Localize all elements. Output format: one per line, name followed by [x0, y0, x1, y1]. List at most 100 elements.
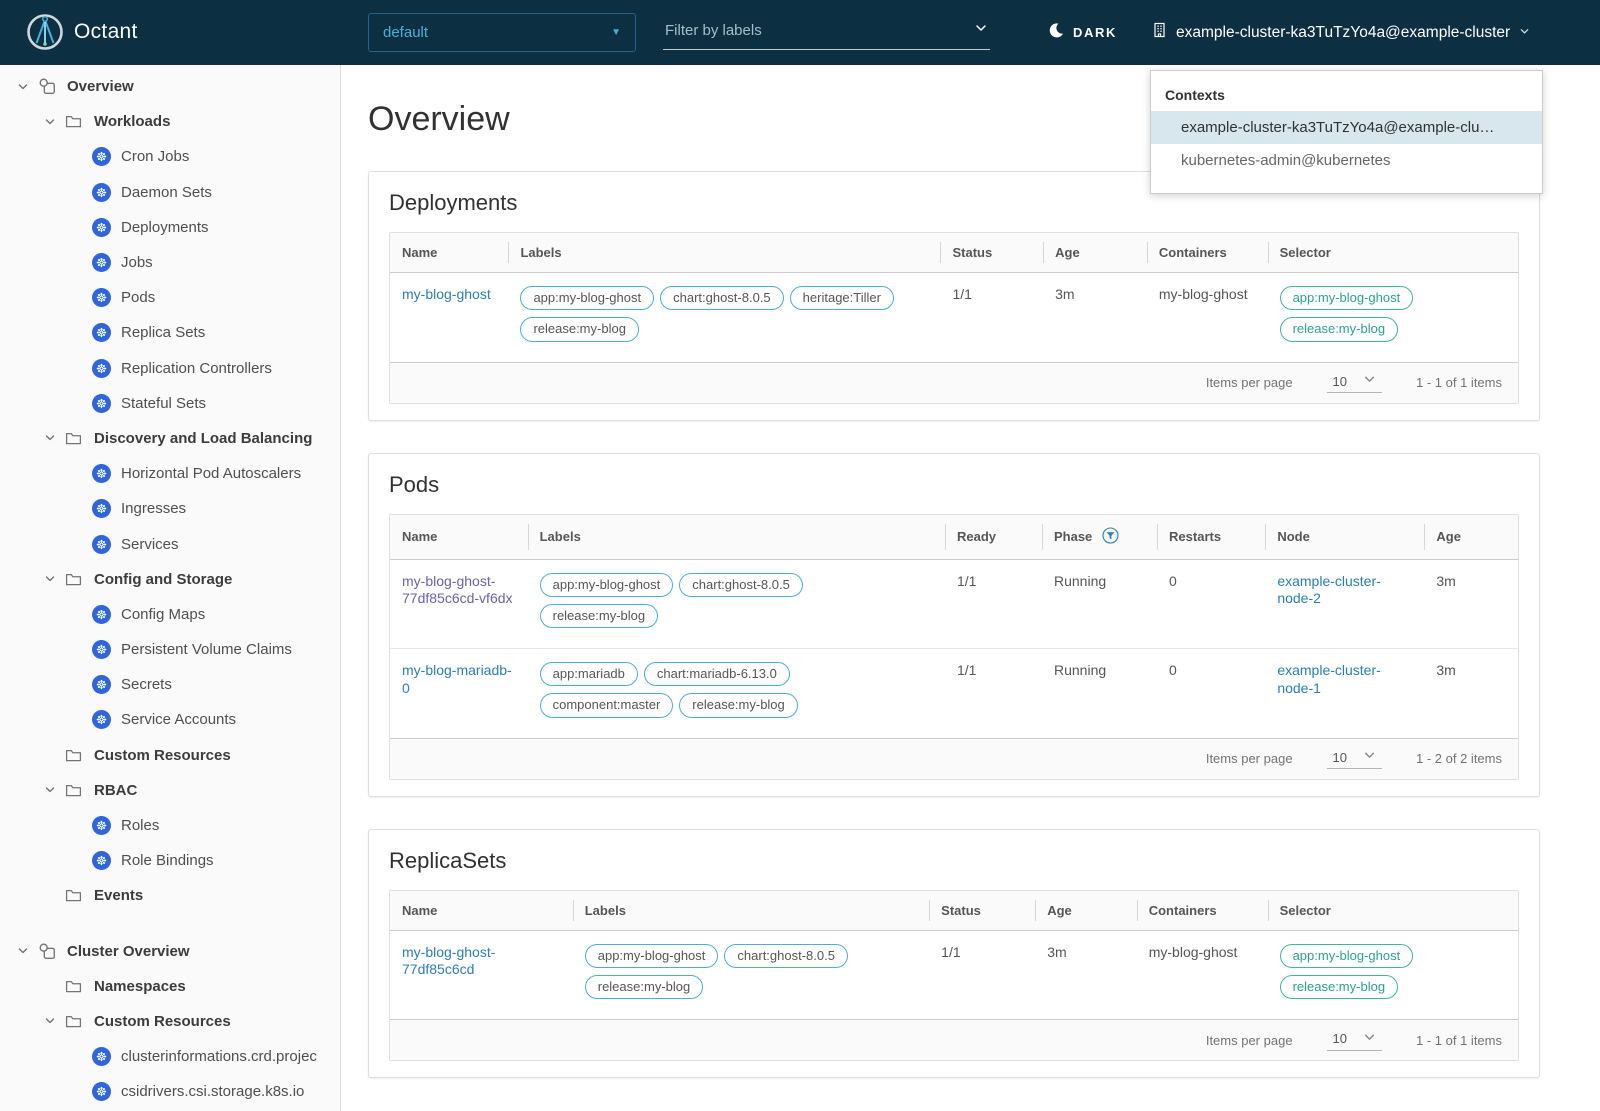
- chevron-down-icon[interactable]: [35, 573, 65, 585]
- selector-tag[interactable]: app:my-blog-ghost: [1279, 943, 1414, 968]
- building-icon: [1152, 22, 1167, 43]
- cell-text: 3m: [1436, 572, 1456, 589]
- label-tag[interactable]: component:master: [539, 693, 674, 718]
- cell: 1/1: [945, 649, 1042, 738]
- sidebar-item-overview[interactable]: Overview: [0, 69, 340, 104]
- resource-link[interactable]: example-cluster-node-1: [1277, 662, 1380, 696]
- sidebar-item-services[interactable]: ☸ Services: [0, 526, 340, 561]
- chevron-down-icon[interactable]: [35, 1015, 65, 1027]
- sidebar-item-clusterinformations-crd-projec[interactable]: ☸ clusterinformations.crd.projec: [0, 1039, 340, 1074]
- sidebar-item-horizontal-pod-autoscalers[interactable]: ☸ Horizontal Pod Autoscalers: [0, 456, 340, 491]
- sidebar-item-daemon-sets[interactable]: ☸ Daemon Sets: [0, 175, 340, 210]
- sidebar-item-discovery-and-load-balancing[interactable]: Discovery and Load Balancing: [0, 421, 340, 456]
- label-tag[interactable]: release:my-blog: [679, 693, 798, 718]
- resource-link[interactable]: my-blog-ghost-77df85c6cd: [402, 944, 495, 978]
- sidebar-item-config-and-storage[interactable]: Config and Storage: [0, 562, 340, 597]
- jobs-icon: ☸: [92, 253, 121, 273]
- folder-icon: [65, 113, 94, 130]
- label-tag[interactable]: chart:ghost-8.0.5: [660, 286, 784, 311]
- items-per-page-select[interactable]: 10: [1326, 372, 1383, 393]
- label-tag[interactable]: chart:ghost-8.0.5: [724, 943, 848, 968]
- label-tag[interactable]: app:my-blog-ghost: [520, 286, 655, 311]
- sidebar-item-custom-resources[interactable]: Custom Resources: [0, 1004, 340, 1039]
- resource-link[interactable]: my-blog-ghost: [402, 286, 491, 302]
- sidebar-item-cluster-overview[interactable]: Cluster Overview: [0, 934, 340, 969]
- chevron-down-icon[interactable]: [35, 432, 65, 444]
- label-tag[interactable]: app:my-blog-ghost: [539, 572, 674, 597]
- column-header-inner: Node: [1277, 529, 1412, 544]
- label-tag[interactable]: heritage:Tiller: [789, 286, 894, 311]
- sidebar-item-ingresses[interactable]: ☸ Ingresses: [0, 491, 340, 526]
- chevron-down-icon[interactable]: [35, 116, 65, 128]
- cell-text: 0: [1169, 662, 1177, 678]
- sidebar-item-label: Cluster Overview: [67, 942, 190, 960]
- label-tag[interactable]: release:my-blog: [520, 317, 639, 342]
- sidebar-item-custom-resources[interactable]: Custom Resources: [0, 738, 340, 773]
- label-tag[interactable]: app:mariadb: [539, 662, 638, 687]
- label-tag[interactable]: release:my-blog: [584, 974, 704, 999]
- sidebar-item-rbac[interactable]: RBAC: [0, 773, 340, 808]
- sidebar-item-replication-controllers[interactable]: ☸ Replication Controllers: [0, 351, 340, 386]
- label-tag[interactable]: chart:ghost-8.0.5: [679, 572, 803, 597]
- filter-icon[interactable]: [1102, 526, 1119, 547]
- column-header-inner: Labels: [520, 245, 928, 260]
- resource-link[interactable]: example-cluster-node-2: [1277, 573, 1380, 607]
- namespace-select[interactable]: default ▼: [368, 13, 636, 52]
- sidebar-item-replica-sets[interactable]: ☸ Replica Sets: [0, 315, 340, 350]
- sidebar-item-jobs[interactable]: ☸ Jobs: [0, 245, 340, 280]
- cell: 3m: [1043, 273, 1147, 362]
- cell: my-blog-ghost: [390, 273, 508, 362]
- horizontal-pod-autoscalers-icon: ☸: [92, 464, 121, 484]
- label-tag[interactable]: release:my-blog: [539, 603, 659, 628]
- sidebar-item-label: Ingresses: [121, 500, 187, 518]
- sidebar-item-events[interactable]: Events: [0, 878, 340, 913]
- label-tag[interactable]: chart:mariadb-6.13.0: [643, 662, 790, 687]
- sidebar-item-csidrivers-csi-storage-k8s-io[interactable]: ☸ csidrivers.csi.storage.k8s.io: [0, 1074, 340, 1109]
- table-pods: Name Labels Ready Phase Restarts Node Age my-bl…: [390, 514, 1518, 738]
- sidebar-item-service-accounts[interactable]: ☸ Service Accounts: [0, 702, 340, 737]
- sidebar-item-workloads[interactable]: Workloads: [0, 104, 340, 139]
- sidebar-item-deployments[interactable]: ☸ Deployments: [0, 210, 340, 245]
- sidebar-item-roles[interactable]: ☸ Roles: [0, 808, 340, 843]
- selector-tag[interactable]: release:my-blog: [1279, 974, 1399, 999]
- chevron-down-icon[interactable]: [8, 945, 38, 957]
- sidebar-item-role-bindings[interactable]: ☸ Role Bindings: [0, 843, 340, 878]
- label-filter-input[interactable]: [665, 22, 935, 39]
- header-row: Name Labels Status Age Containers Selector: [390, 233, 1518, 273]
- cell: example-cluster-node-1: [1265, 649, 1424, 738]
- table-replicasets: Name Labels Status Age Containers Selector my-…: [390, 890, 1518, 1020]
- sidebar-item-config-maps[interactable]: ☸ Config Maps: [0, 597, 340, 632]
- sidebar-item-secrets[interactable]: ☸ Secrets: [0, 667, 340, 702]
- context-option-current[interactable]: example-cluster-ka3TuTzYo4a@example-clu…: [1151, 111, 1542, 144]
- items-per-page-select[interactable]: 10: [1326, 1030, 1383, 1051]
- column-header-restarts: Restarts: [1157, 514, 1266, 560]
- moon-icon: [1048, 22, 1064, 43]
- chevron-down-icon[interactable]: [974, 21, 988, 40]
- resource-link[interactable]: my-blog-ghost-77df85c6cd-vf6dx: [402, 573, 513, 607]
- card-deployments: Deployments Name Labels Status Age Containers…: [368, 171, 1540, 421]
- sidebar-item-persistent-volume-claims[interactable]: ☸ Persistent Volume Claims: [0, 632, 340, 667]
- chevron-down-icon[interactable]: [35, 784, 65, 796]
- chevron-down-icon: [1363, 373, 1376, 389]
- resource-link[interactable]: my-blog-mariadb-0: [402, 662, 512, 696]
- sidebar-item-label: Custom Resources: [94, 1012, 231, 1030]
- sidebar-item-namespaces[interactable]: Namespaces: [0, 969, 340, 1004]
- app-icon: [38, 77, 67, 96]
- sidebar-item-cron-jobs[interactable]: ☸ Cron Jobs: [0, 139, 340, 174]
- sidebar-item-label: clusterinformations.crd.projec: [121, 1048, 317, 1066]
- sidebar-item-stateful-sets[interactable]: ☸ Stateful Sets: [0, 386, 340, 421]
- chevron-down-icon[interactable]: [8, 81, 38, 93]
- selector-tag[interactable]: app:my-blog-ghost: [1279, 286, 1414, 311]
- sidebar-item-pods[interactable]: ☸ Pods: [0, 280, 340, 315]
- context-option-kubernetes-admin[interactable]: kubernetes-admin@kubernetes: [1151, 144, 1542, 177]
- app-icon: [38, 942, 67, 961]
- dark-theme-toggle[interactable]: DARK: [1048, 22, 1117, 43]
- column-header-label: Restarts: [1169, 529, 1222, 544]
- context-switcher[interactable]: example-cluster-ka3TuTzYo4a@example-clus…: [1152, 22, 1530, 43]
- selector-tag[interactable]: release:my-blog: [1279, 317, 1399, 342]
- chevron-down-icon: [1363, 1031, 1376, 1047]
- items-per-page-select[interactable]: 10: [1326, 748, 1383, 769]
- roles-icon: ☸: [92, 816, 121, 836]
- label-tag[interactable]: app:my-blog-ghost: [584, 943, 719, 968]
- sidebar-item-label: Workloads: [94, 113, 171, 131]
